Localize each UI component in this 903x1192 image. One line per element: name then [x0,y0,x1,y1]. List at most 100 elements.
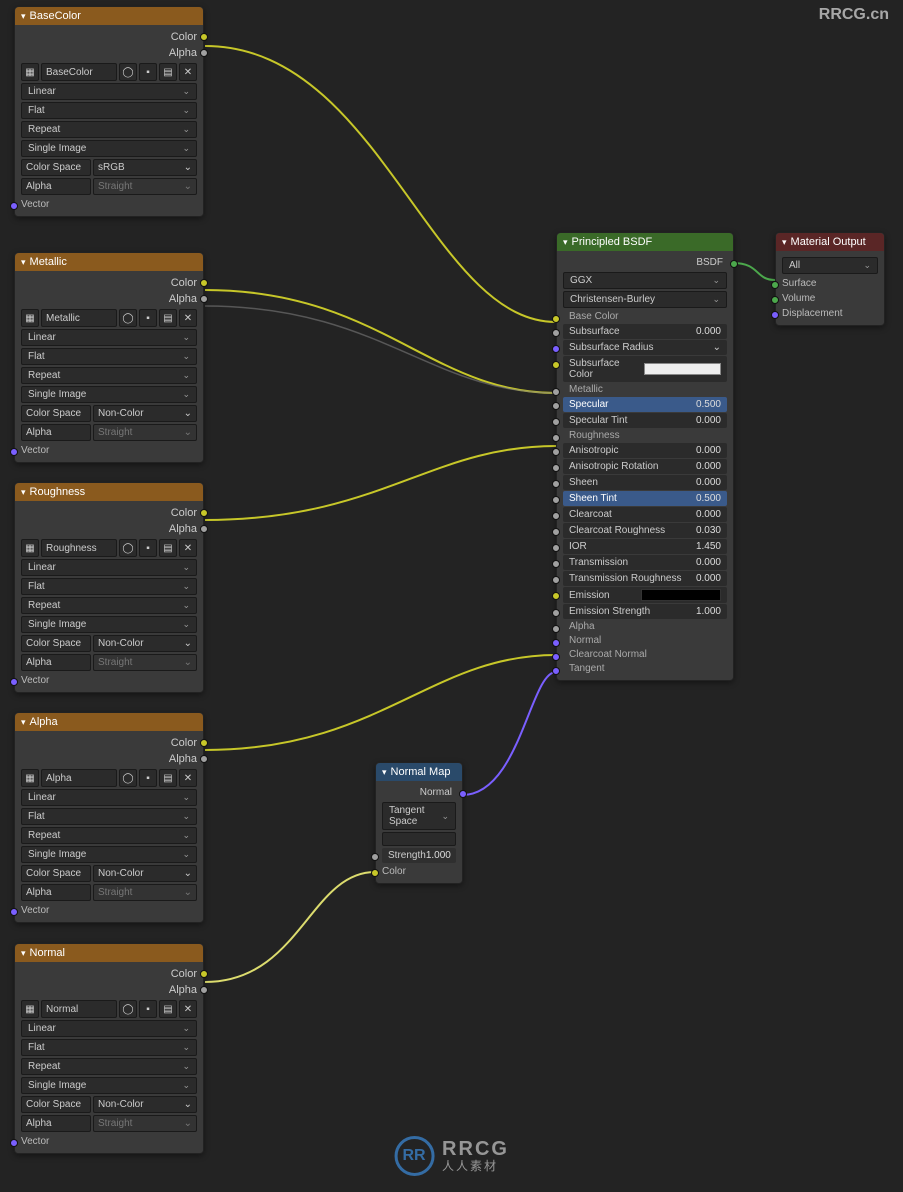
collapse-icon[interactable]: ▾ [782,237,787,248]
input-surface[interactable]: Surface [776,276,884,291]
input-ccNormal[interactable]: Clearcoat Normal [563,648,727,661]
input-sheenTint[interactable]: Sheen Tint0.500 [563,491,727,506]
output-normal[interactable]: Normal [376,785,462,800]
node-header[interactable]: ▾ Principled BSDF [557,233,733,251]
image-name-field[interactable]: Normal [41,1000,117,1018]
node-header[interactable]: ▾ Material Output [776,233,884,251]
image-browse-icon[interactable]: ▦ [21,769,39,787]
output-color[interactable]: Color [15,735,203,751]
input-emitStr[interactable]: Emission Strength1.000 [563,604,727,619]
output-bsdf[interactable]: BSDF [557,255,733,270]
node-image-texture-metallic[interactable]: ▾ Metallic Color Alpha ▦ Metallic ◯ ▪ ▤ … [14,252,204,463]
input-vector[interactable]: Vector [15,673,203,688]
output-color[interactable]: Color [15,275,203,291]
collapse-icon[interactable]: ▾ [21,717,26,728]
interpolation-dropdown[interactable]: Linear⌄ [21,559,197,576]
node-material-output[interactable]: ▾ Material Output All⌄ SurfaceVolumeDisp… [775,232,885,326]
input-subsurf[interactable]: Subsurface0.000 [563,324,727,339]
open-file-icon[interactable]: ▤ [159,1000,177,1018]
image-name-field[interactable]: Alpha [41,769,117,787]
output-alpha[interactable]: Alpha [15,982,203,998]
node-header[interactable]: ▾ Alpha [15,713,203,731]
interpolation-dropdown[interactable]: Linear⌄ [21,789,197,806]
users-icon[interactable]: ◯ [119,63,137,81]
colorspace-dropdown[interactable]: Non-Color⌄ [93,865,197,882]
collapse-icon[interactable]: ▾ [563,237,568,248]
output-alpha[interactable]: Alpha [15,751,203,767]
alpha-dropdown[interactable]: Straight⌄ [93,654,197,671]
unlink-icon[interactable]: ✕ [179,539,197,557]
node-header[interactable]: ▾ Normal Map [376,763,462,781]
image-browse-icon[interactable]: ▦ [21,309,39,327]
collapse-icon[interactable]: ▾ [382,767,387,778]
input-emit[interactable]: Emission [563,587,727,603]
input-baseColor[interactable]: Base Color [563,310,727,323]
users-icon[interactable]: ◯ [119,539,137,557]
fake-user-icon[interactable]: ▪ [139,1000,157,1018]
node-header[interactable]: ▾ Normal [15,944,203,962]
input-transRough[interactable]: Transmission Roughness0.000 [563,571,727,586]
unlink-icon[interactable]: ✕ [179,63,197,81]
extension-dropdown[interactable]: Repeat⌄ [21,597,197,614]
open-file-icon[interactable]: ▤ [159,539,177,557]
output-color[interactable]: Color [15,505,203,521]
node-header[interactable]: ▾ BaseColor [15,7,203,25]
fake-user-icon[interactable]: ▪ [139,769,157,787]
image-browse-icon[interactable]: ▦ [21,63,39,81]
input-rough[interactable]: Roughness [563,429,727,442]
input-specTint[interactable]: Specular Tint0.000 [563,413,727,428]
uvmap-field[interactable] [382,832,456,846]
image-name-field[interactable]: BaseColor [41,63,117,81]
target-dropdown[interactable]: All⌄ [782,257,878,274]
alpha-dropdown[interactable]: Straight⌄ [93,1115,197,1132]
extension-dropdown[interactable]: Repeat⌄ [21,121,197,138]
collapse-icon[interactable]: ▾ [21,257,26,268]
interpolation-dropdown[interactable]: Linear⌄ [21,83,197,100]
input-alphaIn[interactable]: Alpha [563,620,727,633]
input-subsurfRadius[interactable]: Subsurface Radius⌄ [563,340,727,355]
output-color[interactable]: Color [15,966,203,982]
fake-user-icon[interactable]: ▪ [139,539,157,557]
node-image-texture-basecolor[interactable]: ▾ BaseColor Color Alpha ▦ BaseColor ◯ ▪ … [14,6,204,217]
input-metal[interactable]: Metallic [563,383,727,396]
input-vector[interactable]: Vector [15,903,203,918]
distribution-dropdown[interactable]: GGX⌄ [563,272,727,289]
input-aniso[interactable]: Anisotropic0.000 [563,443,727,458]
image-name-field[interactable]: Metallic [41,309,117,327]
interpolation-dropdown[interactable]: Linear⌄ [21,329,197,346]
input-ior[interactable]: IOR1.450 [563,539,727,554]
node-image-texture-alpha[interactable]: ▾ Alpha Color Alpha ▦ Alpha ◯ ▪ ▤ ✕ Line… [14,712,204,923]
source-dropdown[interactable]: Single Image⌄ [21,140,197,157]
projection-dropdown[interactable]: Flat⌄ [21,348,197,365]
colorspace-dropdown[interactable]: Non-Color⌄ [93,1096,197,1113]
unlink-icon[interactable]: ✕ [179,309,197,327]
input-trans[interactable]: Transmission0.000 [563,555,727,570]
image-name-field[interactable]: Roughness [41,539,117,557]
users-icon[interactable]: ◯ [119,769,137,787]
node-normal-map[interactable]: ▾ Normal Map Normal Tangent Space⌄ Stren… [375,762,463,884]
input-clearRough[interactable]: Clearcoat Roughness0.030 [563,523,727,538]
unlink-icon[interactable]: ✕ [179,1000,197,1018]
node-image-texture-normal[interactable]: ▾ Normal Color Alpha ▦ Normal ◯ ▪ ▤ ✕ Li… [14,943,204,1154]
input-vector[interactable]: Vector [15,197,203,212]
collapse-icon[interactable]: ▾ [21,948,26,959]
open-file-icon[interactable]: ▤ [159,63,177,81]
input-spec[interactable]: Specular0.500 [563,397,727,412]
collapse-icon[interactable]: ▾ [21,487,26,498]
unlink-icon[interactable]: ✕ [179,769,197,787]
alpha-dropdown[interactable]: Straight⌄ [93,884,197,901]
source-dropdown[interactable]: Single Image⌄ [21,616,197,633]
output-alpha[interactable]: Alpha [15,291,203,307]
input-subsurfColor[interactable]: Subsurface Color [563,356,727,382]
strength-slider[interactable]: Strength 1.000 [382,848,456,863]
output-color[interactable]: Color [15,29,203,45]
node-header[interactable]: ▾ Metallic [15,253,203,271]
colorspace-dropdown[interactable]: Non-Color⌄ [93,635,197,652]
output-alpha[interactable]: Alpha [15,521,203,537]
alpha-dropdown[interactable]: Straight⌄ [93,424,197,441]
input-clear[interactable]: Clearcoat0.000 [563,507,727,522]
input-tangent[interactable]: Tangent [563,662,727,675]
input-vector[interactable]: Vector [15,1134,203,1149]
projection-dropdown[interactable]: Flat⌄ [21,1039,197,1056]
projection-dropdown[interactable]: Flat⌄ [21,808,197,825]
